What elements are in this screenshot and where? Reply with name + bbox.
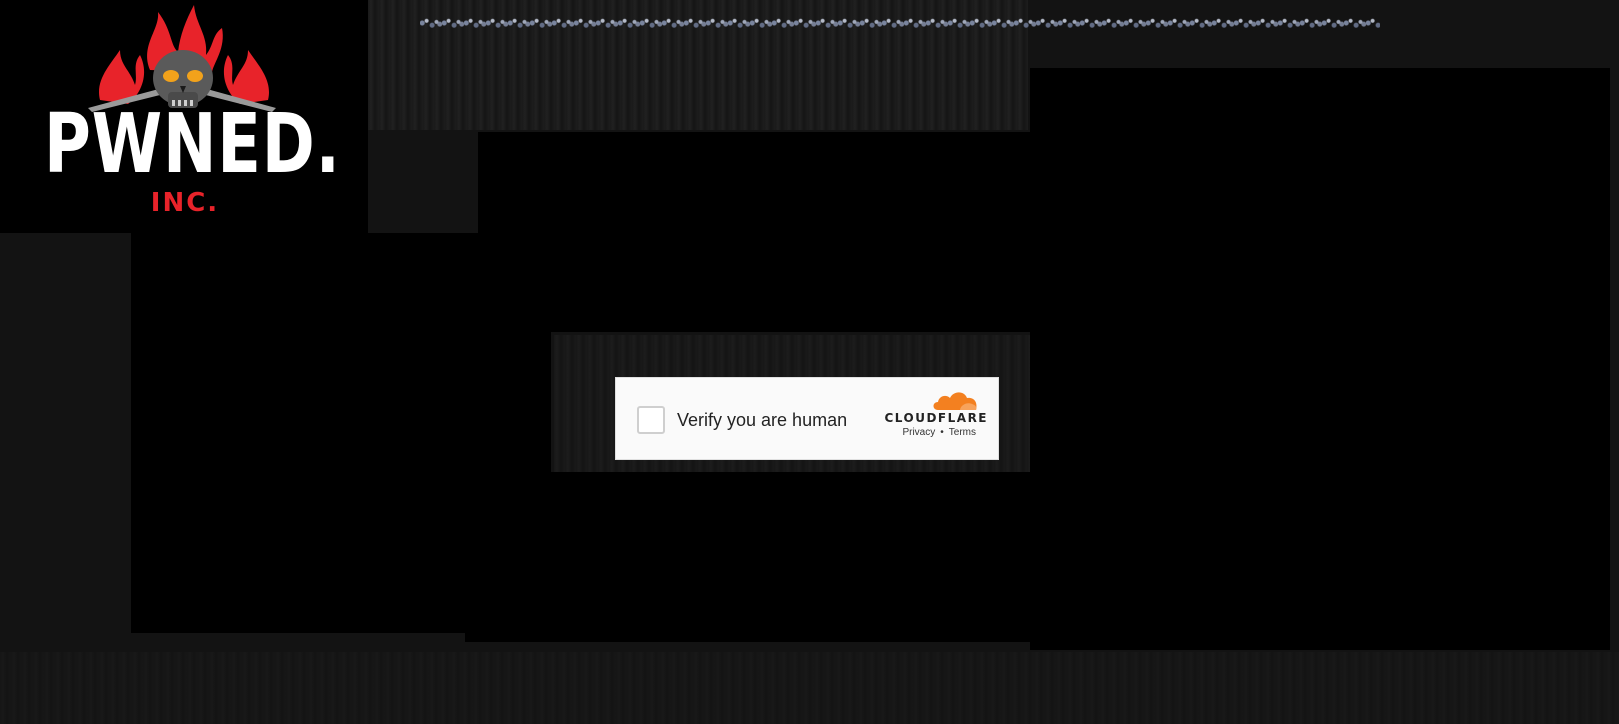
verify-human-label: Verify you are human: [677, 410, 848, 430]
page-background: PWNED. INC. Verify you are human CLOUDFL…: [0, 0, 1619, 724]
site-logo: PWNED. INC.: [0, 0, 368, 233]
verify-human-checkbox[interactable]: [637, 406, 665, 434]
link-separator: •: [940, 427, 944, 438]
background-texture-lower: [0, 652, 1619, 724]
logo-wordmark: PWNED.: [44, 97, 341, 192]
background-panel-lower: [465, 472, 1030, 642]
background-speckles: [420, 12, 1380, 34]
background-panel-right: [1030, 68, 1610, 650]
cloudflare-challenge-widget: Verify you are human CLOUDFLARE Privacy •…: [615, 377, 999, 460]
background-panel-center: [478, 132, 1030, 332]
cloudflare-wordmark: CLOUDFLARE: [884, 411, 988, 425]
cloudflare-branding: CLOUDFLARE Privacy • Terms: [884, 388, 988, 448]
cloudflare-links: Privacy • Terms: [902, 427, 976, 438]
logo-subtitle: INC.: [150, 188, 220, 218]
privacy-link[interactable]: Privacy: [902, 427, 935, 438]
terms-link[interactable]: Terms: [949, 427, 976, 438]
cloudflare-cloud-icon: [933, 392, 977, 410]
